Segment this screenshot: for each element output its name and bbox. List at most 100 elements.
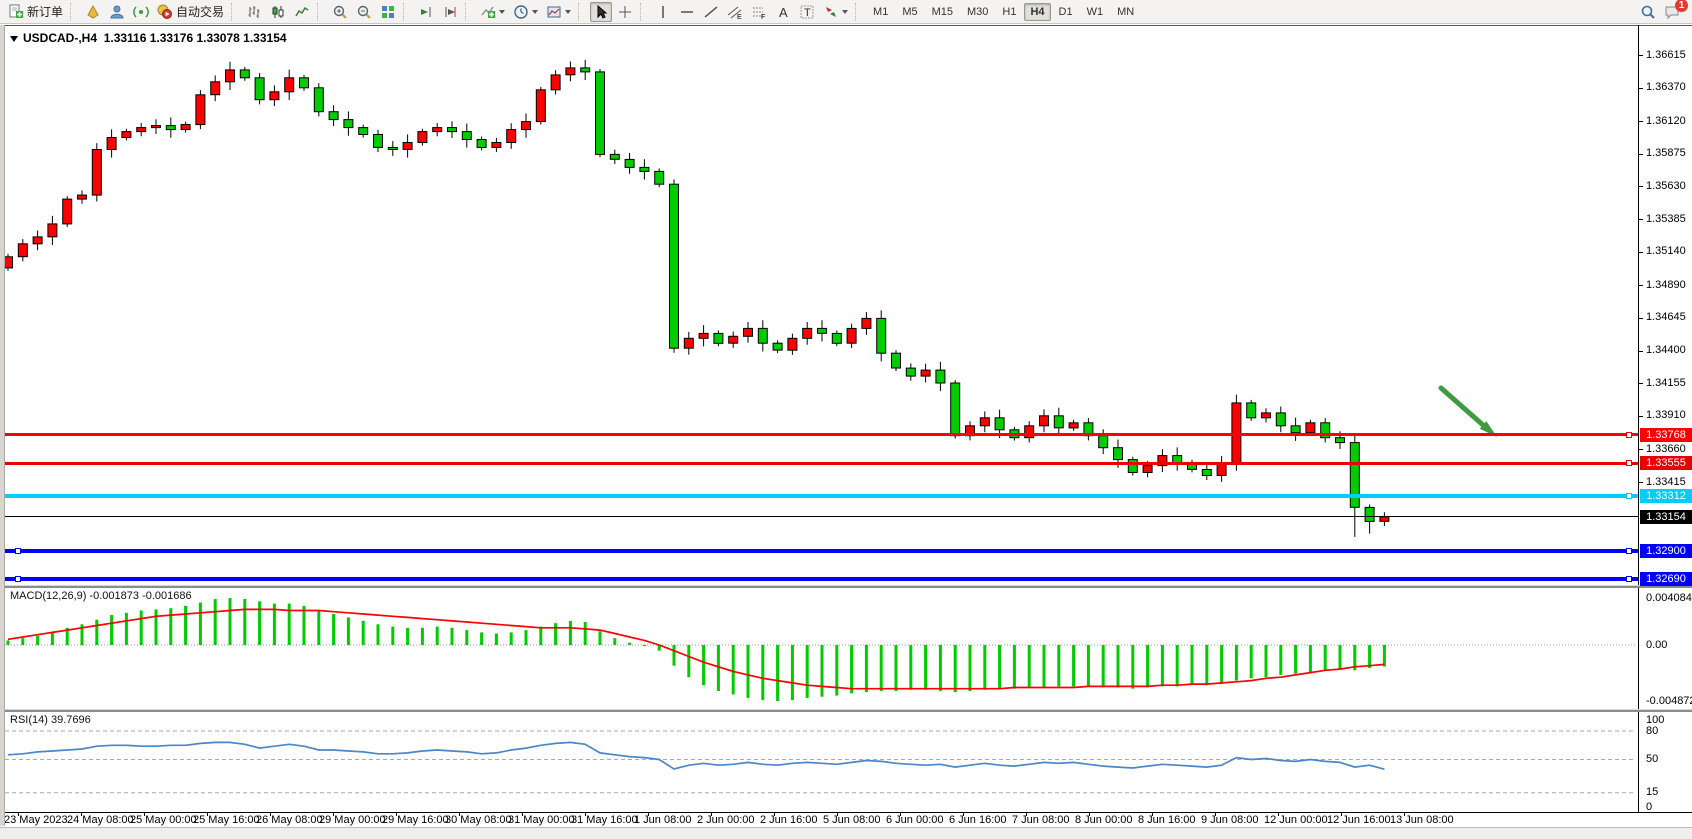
candle — [33, 237, 42, 244]
horizontal-line-1.33555[interactable] — [5, 462, 1638, 465]
candle — [980, 418, 989, 426]
candle — [18, 244, 27, 257]
candle — [329, 112, 338, 120]
horizontal-line-1.32690[interactable] — [5, 577, 1638, 581]
price-axis-tick-label: 1.33910 — [1646, 409, 1686, 421]
date-label: 25 May 16:00 — [193, 814, 260, 826]
candle — [1069, 423, 1078, 428]
candle — [48, 224, 57, 237]
price-axis-tick-label: 1.33415 — [1646, 476, 1686, 488]
candle — [300, 78, 309, 88]
candle — [270, 92, 279, 100]
annotation-arrow[interactable] — [1441, 388, 1483, 425]
line-anchor-handle[interactable] — [1626, 432, 1632, 438]
price-axis-tick-label: 1.34155 — [1646, 377, 1686, 389]
price-axis-tick-label: 1.34890 — [1646, 279, 1686, 291]
rsi-line — [8, 742, 1384, 769]
macd-axis-tick-label: 0.00 — [1646, 639, 1667, 651]
candle — [507, 130, 516, 143]
candle — [314, 88, 323, 112]
candle — [596, 72, 605, 154]
price-axis-tick — [1638, 121, 1643, 122]
candle — [1143, 466, 1152, 473]
candle — [152, 126, 161, 128]
candle — [832, 333, 841, 343]
macd-axis-tick-label: -0.004872 — [1646, 695, 1692, 707]
candle — [1380, 517, 1389, 522]
date-label: 13 Jun 08:00 — [1390, 814, 1454, 826]
line-anchor-handle[interactable] — [1626, 548, 1632, 554]
candle — [388, 148, 397, 150]
chart-title: USDCAD-,H4 1.33116 1.33176 1.33078 1.331… — [10, 31, 287, 45]
candle — [418, 132, 427, 143]
horizontal-line-1.33154[interactable] — [5, 516, 1638, 517]
candle — [477, 140, 486, 148]
candle — [951, 383, 960, 436]
candle — [773, 343, 782, 350]
price-axis-tick-label: 1.36615 — [1646, 49, 1686, 61]
candle — [1114, 448, 1123, 460]
candle — [1054, 416, 1063, 428]
pane-separator[interactable] — [0, 709, 1692, 712]
price-badge-1.32690: 1.32690 — [1640, 572, 1692, 586]
line-selection-handle[interactable] — [15, 548, 21, 554]
price-badge-1.33154: 1.33154 — [1640, 510, 1692, 524]
price-axis-tick-label: 1.35385 — [1646, 213, 1686, 225]
candle — [226, 70, 235, 82]
chart-dropdown-icon[interactable] — [10, 36, 18, 42]
price-axis-tick-label: 1.36370 — [1646, 81, 1686, 93]
pane-separator[interactable] — [0, 585, 1692, 588]
line-anchor-handle[interactable] — [1626, 460, 1632, 466]
candle — [462, 132, 471, 140]
candle — [877, 318, 886, 353]
candle — [699, 333, 708, 338]
rsi-axis-tick-label: 15 — [1646, 786, 1658, 798]
price-axis-tick — [1638, 383, 1643, 384]
candle — [78, 195, 87, 199]
date-label: 25 May 00:00 — [130, 814, 197, 826]
date-label: 31 May 16:00 — [571, 814, 638, 826]
candle — [344, 120, 353, 128]
date-label: 26 May 08:00 — [256, 814, 323, 826]
candle — [359, 128, 368, 135]
candle — [610, 154, 619, 159]
price-axis-tick-label: 1.34645 — [1646, 311, 1686, 323]
date-label: 7 Jun 08:00 — [1012, 814, 1070, 826]
price-axis-tick-label: 1.34400 — [1646, 344, 1686, 356]
candle — [714, 333, 723, 343]
price-axis-line — [1638, 25, 1639, 813]
rsi-axis-tick-label: 0 — [1646, 801, 1652, 813]
price-badge-1.33768: 1.33768 — [1640, 428, 1692, 442]
candle — [92, 150, 101, 196]
line-anchor-handle[interactable] — [1626, 493, 1632, 499]
candle — [1099, 436, 1108, 448]
candle — [862, 318, 871, 328]
candle — [670, 184, 679, 348]
date-label: 23 May 2023 — [4, 814, 68, 826]
horizontal-line-1.33768[interactable] — [5, 433, 1638, 436]
window-left-strip — [0, 25, 5, 826]
candle — [1291, 426, 1300, 433]
horizontal-line-1.33312[interactable] — [5, 494, 1638, 498]
chart-plot[interactable] — [0, 0, 1692, 838]
line-anchor-handle[interactable] — [1626, 576, 1632, 582]
date-label: 6 Jun 00:00 — [886, 814, 944, 826]
price-axis-tick-label: 1.33660 — [1646, 443, 1686, 455]
date-label: 31 May 00:00 — [508, 814, 575, 826]
price-badge-1.33555: 1.33555 — [1640, 456, 1692, 470]
candle — [758, 328, 767, 343]
price-axis-tick — [1638, 318, 1643, 319]
candle — [536, 90, 545, 122]
chart-ohlc-values: 1.33116 1.33176 1.33078 1.33154 — [104, 31, 287, 45]
horizontal-line-1.32900[interactable] — [5, 549, 1638, 553]
line-selection-handle[interactable] — [15, 576, 21, 582]
candle — [403, 143, 412, 150]
date-label: 2 Jun 16:00 — [760, 814, 818, 826]
candle — [374, 135, 383, 148]
price-axis-tick-label: 1.35875 — [1646, 147, 1686, 159]
price-axis-tick — [1638, 55, 1643, 56]
date-label: 8 Jun 16:00 — [1138, 814, 1196, 826]
candle — [995, 418, 1004, 430]
candle — [285, 78, 294, 92]
candle — [1247, 403, 1256, 418]
